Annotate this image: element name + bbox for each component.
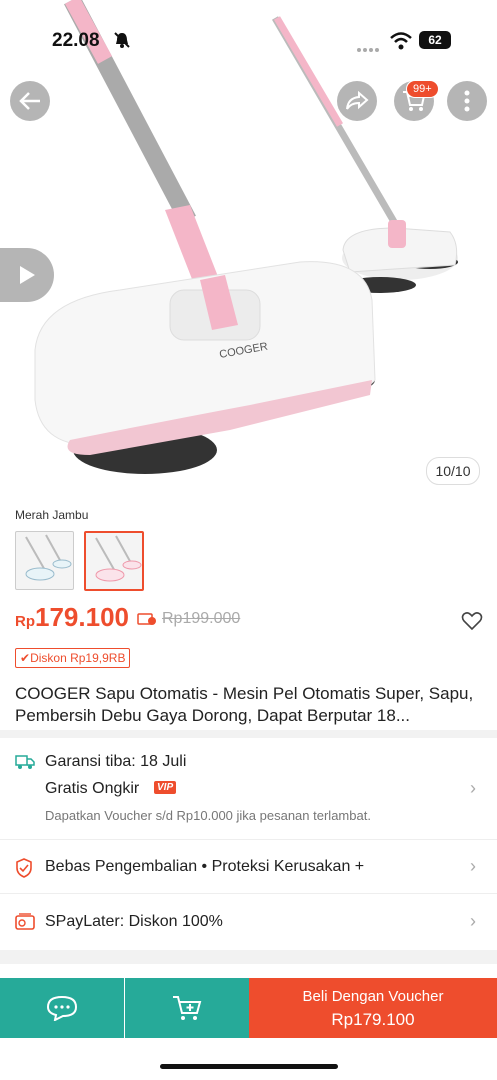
- product-image[interactable]: COOGER: [0, 0, 497, 497]
- buy-button-label: Beli Dengan Voucher: [302, 988, 444, 1005]
- cart-count-badge: 99+: [406, 80, 439, 98]
- chevron-right-icon: ›: [470, 778, 476, 798]
- share-button[interactable]: [337, 81, 377, 121]
- discount-tag: ✔Diskon Rp19,9RB: [15, 648, 131, 668]
- product-title: COOGER Sapu Otomatis - Mesin Pel Otomati…: [15, 684, 474, 725]
- price-currency: Rp: [15, 613, 35, 630]
- image-counter: 10/10: [426, 457, 480, 485]
- return-protection-text: Bebas Pengembalian • Proteksi Kerusakan …: [45, 858, 365, 875]
- chevron-right-icon: ›: [470, 911, 476, 931]
- arrow-left-icon: [19, 92, 40, 110]
- spaylater-icon: [15, 913, 35, 936]
- divider: [0, 730, 497, 738]
- coupon-icon: [137, 612, 157, 631]
- shield-icon: [15, 858, 33, 883]
- divider: [0, 950, 497, 964]
- voucher-note: Dapatkan Voucher s/d Rp10.000 jika pesan…: [45, 808, 371, 823]
- variant-thumb-2[interactable]: [84, 531, 144, 591]
- spaylater-text: SPayLater: Diskon 100%: [45, 913, 223, 930]
- price: Rp179.100: [15, 602, 129, 633]
- buy-with-voucher-button[interactable]: Beli Dengan Voucher Rp179.100: [249, 978, 497, 1038]
- variant-label: Merah Jambu: [15, 508, 89, 522]
- play-icon: [20, 266, 35, 284]
- chevron-right-icon: ›: [470, 856, 476, 876]
- variant-thumb-1[interactable]: [15, 531, 74, 590]
- mop-illustration: COOGER: [34, 0, 458, 474]
- price-value: 179.100: [35, 602, 129, 632]
- wifi-icon: [390, 32, 412, 55]
- add-to-cart-button[interactable]: [125, 978, 249, 1038]
- play-video-button[interactable]: [0, 248, 54, 302]
- status-time: 22.08: [52, 30, 100, 51]
- back-button[interactable]: [10, 81, 50, 121]
- check-icon: ✔: [20, 651, 31, 665]
- chat-icon: [46, 995, 78, 1021]
- heart-icon[interactable]: [461, 611, 483, 636]
- home-indicator[interactable]: [160, 1064, 338, 1069]
- vip-badge: VIP: [154, 781, 177, 794]
- chat-button[interactable]: [0, 978, 124, 1038]
- original-price: Rp199.000: [162, 610, 241, 627]
- buy-button-price: Rp179.100: [331, 1010, 415, 1029]
- more-button[interactable]: [447, 81, 487, 121]
- discount-text: Diskon Rp19,9RB: [30, 651, 126, 665]
- bell-muted-icon: [113, 31, 131, 54]
- add-cart-icon: [173, 996, 202, 1020]
- battery-indicator: 62: [419, 31, 451, 49]
- more-vertical-icon: [464, 90, 470, 112]
- arrival-guarantee: Garansi tiba: 18 Juli: [45, 753, 187, 770]
- share-icon: [346, 91, 369, 110]
- signal-icon: [356, 40, 382, 58]
- free-shipping: Gratis Ongkir: [45, 780, 140, 797]
- truck-icon: [15, 754, 35, 775]
